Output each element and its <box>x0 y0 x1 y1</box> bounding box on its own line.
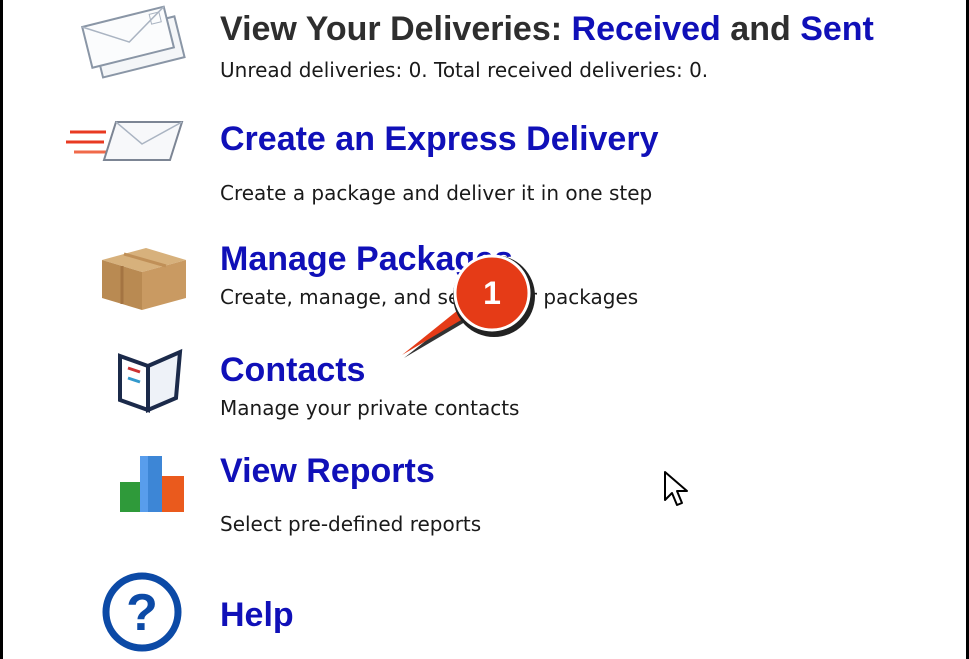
address-book-icon[interactable] <box>104 344 190 416</box>
received-link[interactable]: Received <box>572 10 721 48</box>
deliveries-title-and: and <box>720 10 801 48</box>
express-envelope-icon[interactable] <box>66 110 190 170</box>
express-description: Create a package and deliver it in one s… <box>220 181 653 205</box>
view-reports-link[interactable]: View Reports <box>220 452 435 490</box>
deliveries-description: Unread deliveries: 0. Total received del… <box>220 58 709 82</box>
callout-number: 1 <box>483 275 501 311</box>
help-link[interactable]: Help <box>220 596 294 634</box>
deliveries-title-lead: View Your Deliveries: <box>220 10 572 48</box>
package-box-icon[interactable] <box>96 242 192 314</box>
svg-text:?: ? <box>126 584 158 642</box>
help-question-icon[interactable]: ? <box>100 570 184 654</box>
bar-chart-icon[interactable] <box>112 448 192 520</box>
express-delivery-link[interactable]: Create an Express Delivery <box>220 120 658 158</box>
deliveries-title[interactable]: View Your Deliveries: Received and Sent <box>220 10 874 48</box>
sent-link[interactable]: Sent <box>800 10 874 48</box>
mouse-cursor-icon <box>664 471 688 506</box>
reports-description: Select pre-defined reports <box>220 512 482 536</box>
contacts-link[interactable]: Contacts <box>220 351 365 389</box>
contacts-description: Manage your private contacts <box>220 396 520 420</box>
envelopes-icon[interactable] <box>78 4 198 86</box>
